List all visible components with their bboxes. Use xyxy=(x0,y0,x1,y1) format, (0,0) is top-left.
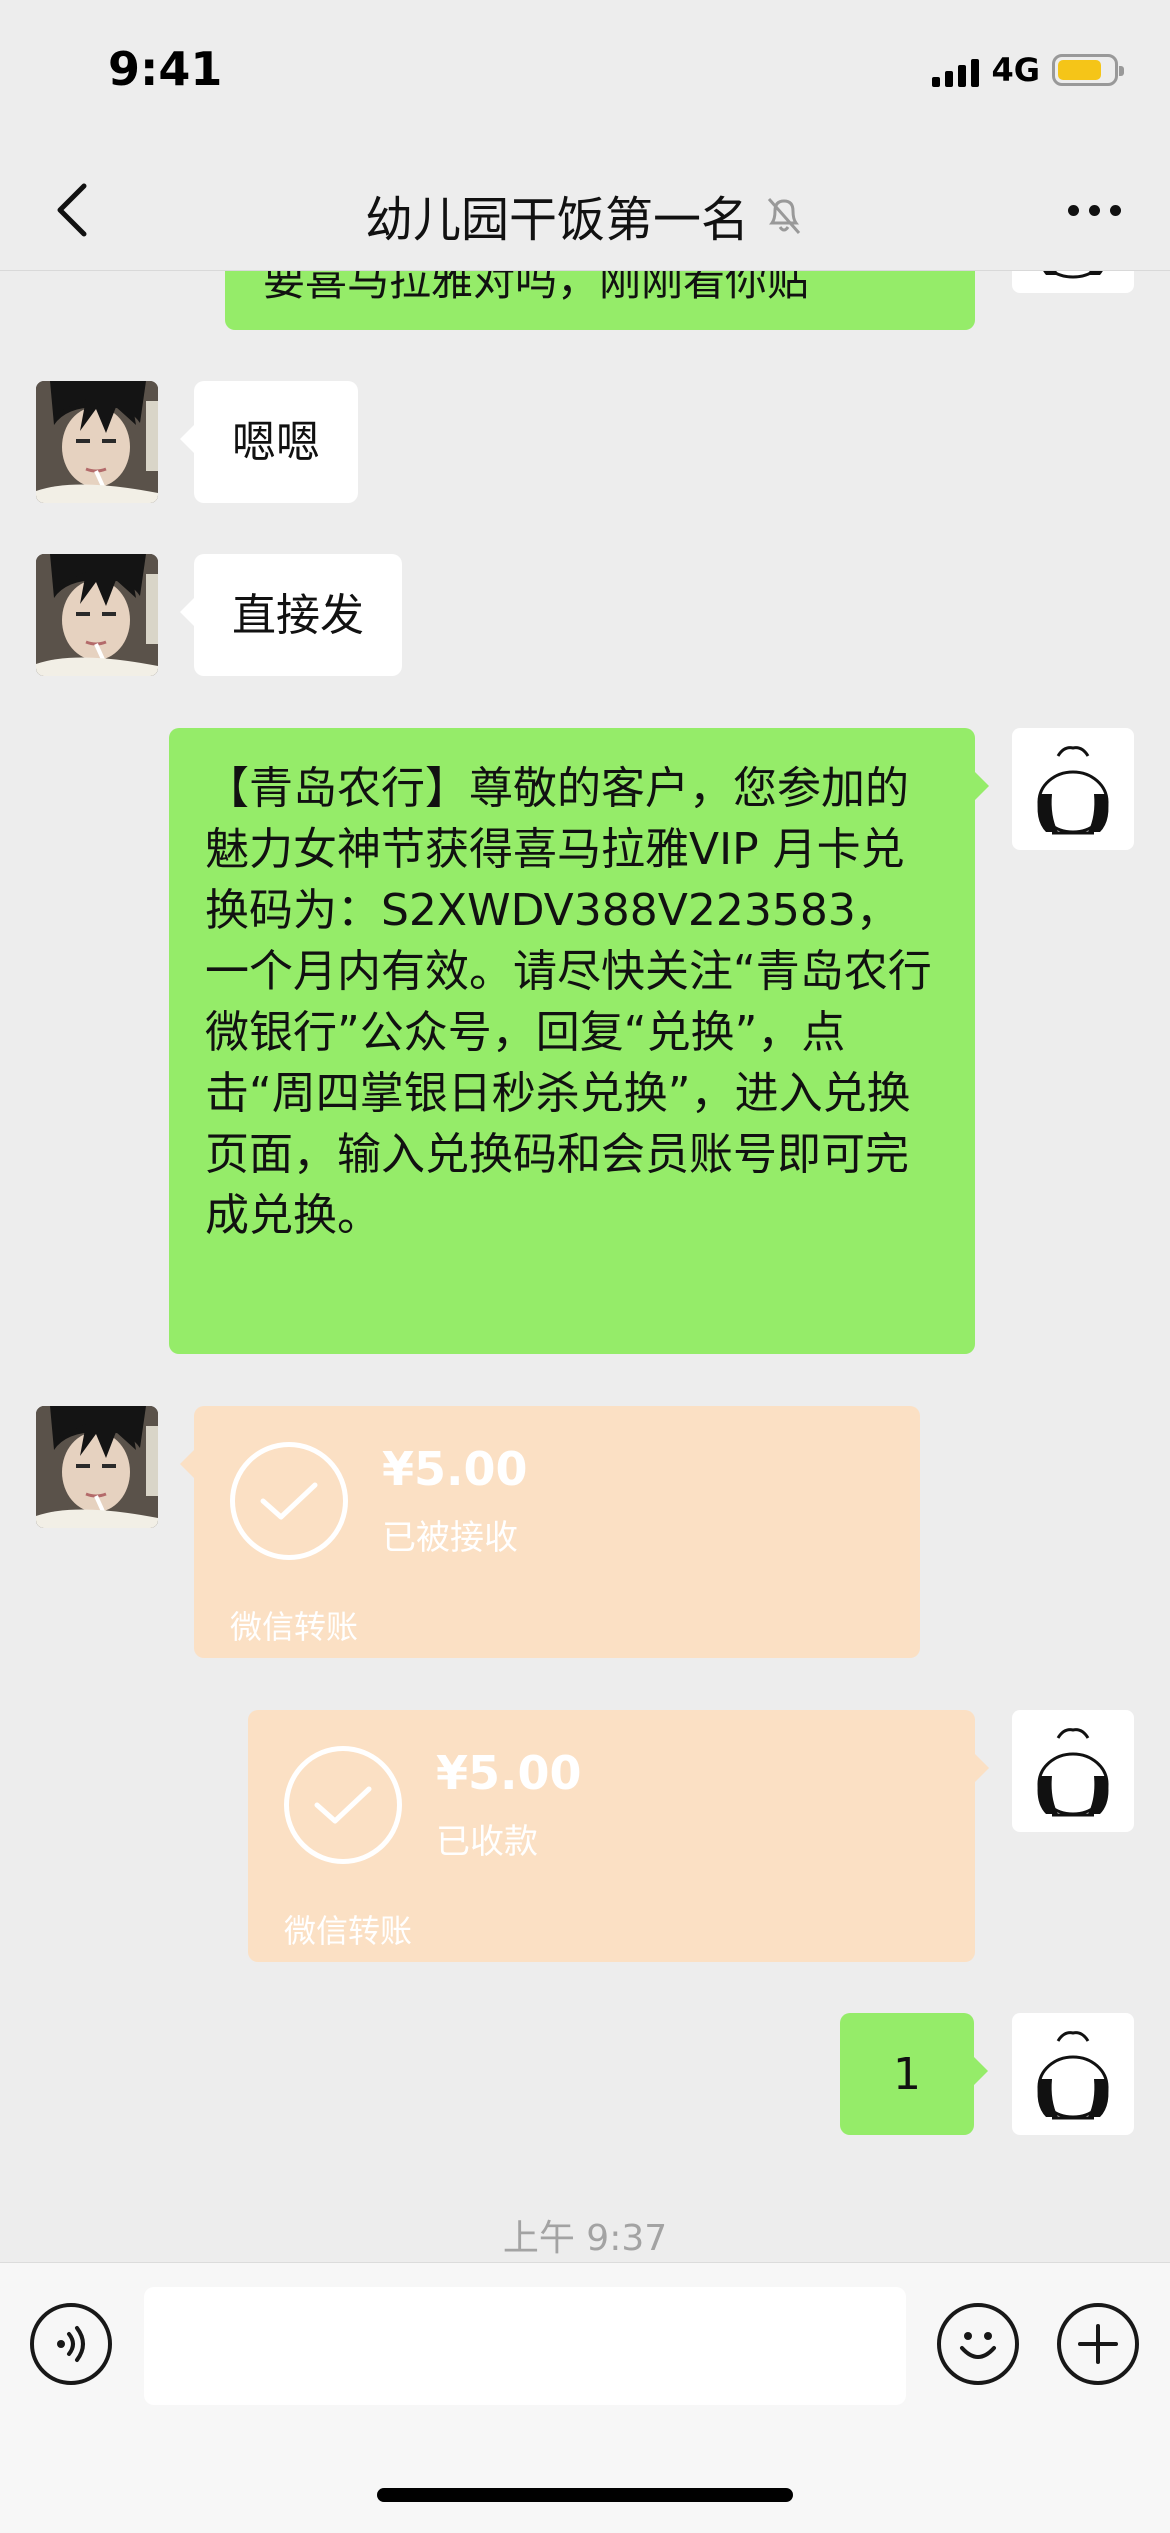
status-indicators: 4G xyxy=(932,50,1124,90)
chat-history[interactable]: 要喜马拉雅对吗，刚刚看你贴 嗯嗯 直接发 【青岛农行】尊敬的客户，您参加的魅力女… xyxy=(0,271,1170,2261)
message-bubble[interactable]: 要喜马拉雅对吗，刚刚看你贴 xyxy=(225,271,975,330)
message-text: 直接发 xyxy=(232,590,364,641)
my-avatar[interactable] xyxy=(1012,271,1134,293)
transfer-status: 已收款 xyxy=(436,1822,538,1862)
signal-icon xyxy=(932,53,980,87)
nav-bar: 幼儿园干饭第一名 xyxy=(0,150,1170,271)
transfer-label: 微信转账 xyxy=(284,1912,413,1950)
panda-avatar-icon xyxy=(1037,746,1109,835)
chat-title: 幼儿园干饭第一名 xyxy=(364,192,749,248)
chat-title-group: 幼儿园干饭第一名 xyxy=(0,180,1170,250)
friend-avatar[interactable] xyxy=(36,381,158,503)
friend-avatar[interactable] xyxy=(36,1406,158,1528)
transfer-label: 微信转账 xyxy=(230,1608,359,1646)
muted-bell-icon xyxy=(767,198,801,234)
more-button[interactable] xyxy=(1054,178,1134,242)
transfer-amount: ¥5.00 xyxy=(382,1442,528,1496)
voice-icon xyxy=(57,2326,85,2362)
message-row-incoming: 嗯嗯 xyxy=(0,381,1170,503)
message-text: 要喜马拉雅对吗，刚刚看你贴 xyxy=(263,271,810,305)
home-indicator[interactable] xyxy=(377,2488,793,2502)
message-bubble[interactable]: 直接发 xyxy=(180,554,402,676)
message-row-outgoing: ¥5.00 已收款 微信转账 xyxy=(0,1710,1170,1962)
message-bubble[interactable]: 【青岛农行】尊敬的客户，您参加的魅力女神节获得喜马拉雅VIP 月卡兑换码为：S2… xyxy=(169,728,989,1354)
message-timestamp: 上午 9:37 xyxy=(502,2218,668,2259)
message-row-outgoing: 【青岛农行】尊敬的客户，您参加的魅力女神节获得喜马拉雅VIP 月卡兑换码为：S2… xyxy=(0,728,1170,1354)
status-bar: 9:41 4G xyxy=(0,0,1170,150)
message-row-incoming: 直接发 xyxy=(0,554,1170,676)
panda-avatar-icon xyxy=(1037,1728,1109,1817)
emoji-icon xyxy=(960,2332,996,2359)
my-avatar[interactable] xyxy=(1012,1710,1134,1832)
transfer-amount: ¥5.00 xyxy=(436,1746,582,1800)
emoji-button[interactable] xyxy=(937,2303,1019,2385)
plus-button[interactable] xyxy=(1057,2303,1139,2385)
more-dots-icon xyxy=(1067,204,1079,216)
friend-photo xyxy=(36,1406,158,1528)
friend-photo xyxy=(36,381,158,503)
panda-avatar-icon xyxy=(1043,271,1103,279)
check-circle-icon xyxy=(284,1746,402,1864)
check-circle-icon xyxy=(230,1442,348,1560)
my-avatar[interactable] xyxy=(1012,2013,1134,2135)
network-label: 4G xyxy=(991,51,1040,89)
status-time: 9:41 xyxy=(108,42,223,96)
my-avatar[interactable] xyxy=(1012,728,1134,850)
transfer-status: 已被接收 xyxy=(382,1518,518,1558)
message-input[interactable] xyxy=(144,2287,906,2405)
panda-avatar-icon xyxy=(1037,2031,1109,2120)
friend-photo xyxy=(36,554,158,676)
message-bubble[interactable]: 1 xyxy=(840,2013,988,2135)
more-dot xyxy=(1109,204,1121,216)
message-text: 1 xyxy=(893,2049,921,2100)
message-text: 【青岛农行】尊敬的客户，您参加的魅力女神节获得喜马拉雅VIP 月卡兑换码为：S2… xyxy=(205,763,932,1241)
plus-icon xyxy=(1078,2324,1118,2364)
message-bubble[interactable]: 嗯嗯 xyxy=(180,381,358,503)
message-row-outgoing: 要喜马拉雅对吗，刚刚看你贴 xyxy=(0,271,1170,330)
message-text: 嗯嗯 xyxy=(232,417,320,468)
message-row-outgoing: 1 xyxy=(0,2013,1170,2135)
more-dot xyxy=(1088,204,1100,216)
message-row-incoming: ¥5.00 已被接收 微信转账 xyxy=(0,1406,1170,1658)
input-bar xyxy=(0,2262,1170,2533)
voice-button[interactable] xyxy=(30,2303,112,2385)
battery-icon xyxy=(1052,54,1124,86)
transfer-card[interactable]: ¥5.00 已收款 微信转账 xyxy=(248,1710,989,1962)
friend-avatar[interactable] xyxy=(36,554,158,676)
transfer-card[interactable]: ¥5.00 已被接收 微信转账 xyxy=(180,1406,920,1658)
